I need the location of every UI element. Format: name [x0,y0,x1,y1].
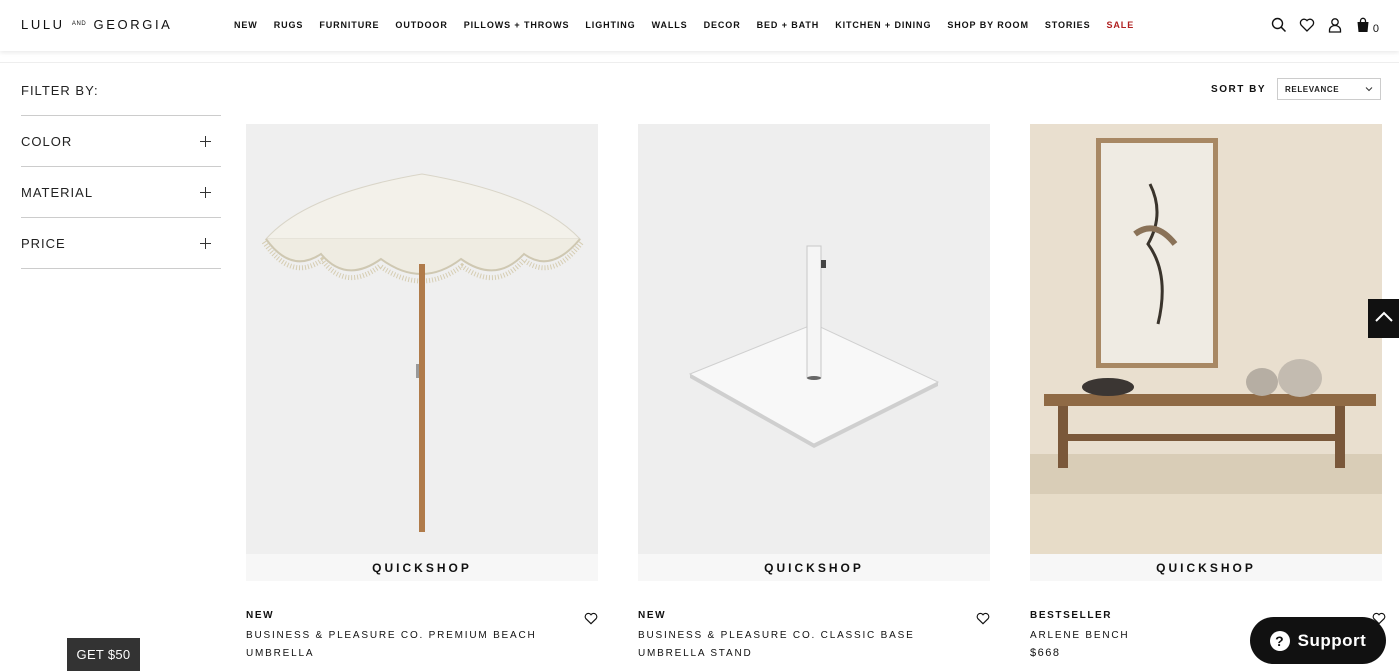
search-icon[interactable] [1271,17,1287,33]
sort-label: SORT BY [1211,83,1266,95]
chevron-down-icon [1365,85,1373,94]
cart-button[interactable]: 0 [1355,17,1379,35]
support-label: Support [1297,630,1367,650]
product-name[interactable]: BUSINESS & PLEASURE CO. PREMIUM BEACH UM… [246,627,546,663]
product-image[interactable] [1030,124,1382,554]
sort-select[interactable]: RELEVANCE [1277,78,1381,100]
quickshop-button[interactable]: QUICKSHOP [246,554,598,581]
nav-item-lighting[interactable]: LIGHTING [585,20,635,30]
plus-icon [200,186,211,198]
nav-item-shop-by-room[interactable]: SHOP BY ROOM [947,20,1028,30]
product-name[interactable]: BUSINESS & PLEASURE CO. CLASSIC BASE UMB… [638,627,938,663]
nav-item-outdoor[interactable]: OUTDOOR [395,20,447,30]
quickshop-button[interactable]: QUICKSHOP [1030,554,1382,581]
plus-icon [200,237,211,249]
filter-title: FILTER BY: [21,83,99,98]
heart-icon[interactable] [1299,17,1315,33]
product-card[interactable]: QUICKSHOP BESTSELLER ARLENE BENCH $668 [1030,124,1386,659]
filter-label: COLOR [21,133,73,149]
main-nav: NEW RUGS FURNITURE OUTDOOR PILLOWS + THR… [234,20,1150,30]
logo-text-left: LULU [21,17,65,32]
product-badge: NEW [638,610,667,621]
plus-icon [200,135,211,147]
product-badge: NEW [246,610,275,621]
promo-button[interactable]: GET $50 [67,638,140,671]
nav-item-decor[interactable]: DECOR [704,20,741,30]
nav-item-sale[interactable]: SALE [1107,20,1135,30]
heart-icon[interactable] [976,612,990,625]
filter-label: MATERIAL [21,184,94,200]
nav-item-stories[interactable]: STORIES [1045,20,1091,30]
nav-item-bed-bath[interactable]: BED + BATH [757,20,820,30]
bag-icon [1355,17,1371,33]
filter-color[interactable]: COLOR [21,116,221,167]
help-icon: ? [1269,630,1290,651]
product-image[interactable] [246,124,598,554]
sort-selected-value: RELEVANCE [1285,84,1340,94]
quickshop-button[interactable]: QUICKSHOP [638,554,990,581]
brand-logo[interactable]: LULU AND GEORGIA [21,17,172,32]
scroll-to-top-button[interactable] [1368,299,1399,338]
site-header: LULU AND GEORGIA NEW RUGS FURNITURE OUTD… [0,0,1399,51]
nav-item-pillows-throws[interactable]: PILLOWS + THROWS [464,20,570,30]
chevron-up-icon [1374,310,1394,328]
user-icon[interactable] [1327,17,1343,33]
heart-icon[interactable] [584,612,598,625]
nav-item-kitchen-dining[interactable]: KITCHEN + DINING [835,20,931,30]
sort-control: SORT BY RELEVANCE [1211,78,1381,100]
filter-material[interactable]: MATERIAL [21,167,221,218]
logo-text-right: GEORGIA [93,17,173,32]
nav-item-walls[interactable]: WALLS [652,20,688,30]
divider [0,62,1399,63]
product-image[interactable] [638,124,990,554]
filter-panel: COLOR MATERIAL PRICE [21,115,221,269]
filter-label: PRICE [21,235,66,251]
cart-count: 0 [1372,23,1379,35]
support-button[interactable]: ? Support [1250,617,1386,664]
nav-item-new[interactable]: NEW [234,20,258,30]
logo-text-and: AND [71,21,87,27]
nav-item-rugs[interactable]: RUGS [274,20,304,30]
product-card[interactable]: QUICKSHOP NEW BUSINESS & PLEASURE CO. CL… [638,124,990,663]
product-card[interactable]: QUICKSHOP NEW BUSINESS & PLEASURE CO. PR… [246,124,598,663]
nav-item-furniture[interactable]: FURNITURE [319,20,379,30]
header-icons: 0 [1271,17,1379,35]
filter-price[interactable]: PRICE [21,218,221,269]
